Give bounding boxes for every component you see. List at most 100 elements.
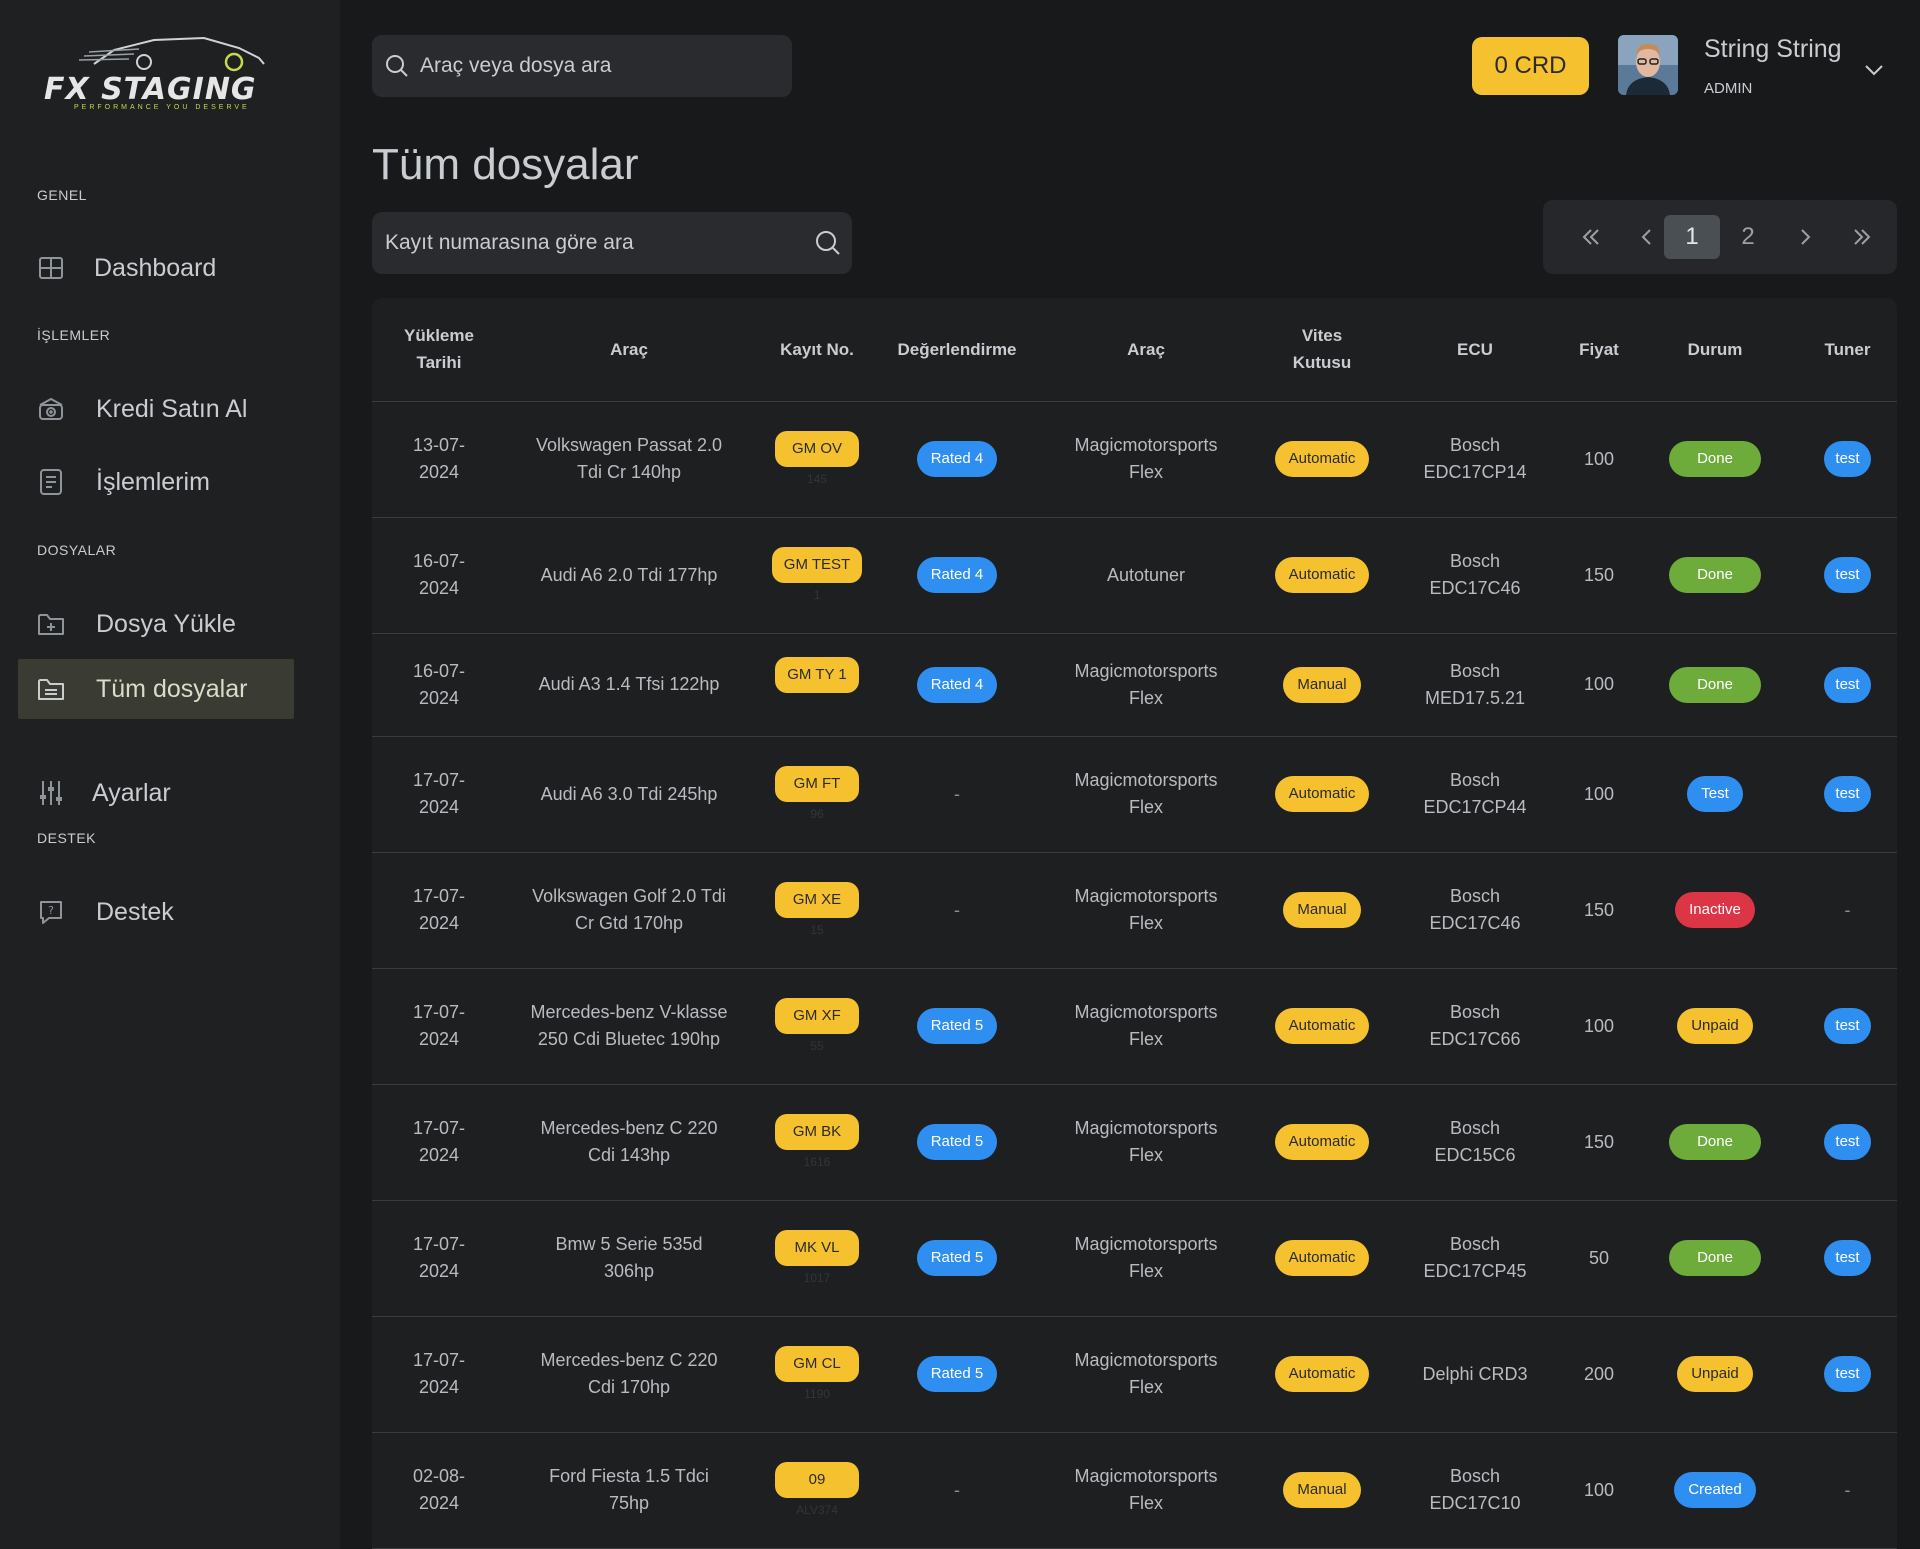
cell-price: 100: [1566, 1432, 1632, 1549]
cell-status: Done: [1632, 633, 1798, 737]
next-page-button[interactable]: [1783, 215, 1827, 259]
first-page-button[interactable]: [1569, 215, 1613, 259]
last-page-button[interactable]: [1840, 215, 1884, 259]
cell-date: 13-07-2024: [372, 401, 506, 518]
table-row[interactable]: 16-07-2024 Audi A6 2.0 Tdi 177hp GM TEST…: [372, 517, 1897, 634]
cell-price: 100: [1566, 736, 1632, 853]
sidebar-item-destek[interactable]: ? Destek: [18, 882, 294, 942]
search-icon[interactable]: [814, 229, 842, 257]
plate-badge[interactable]: GM BK: [775, 1114, 859, 1150]
page-2-button[interactable]: 2: [1726, 215, 1770, 259]
cell-vehicle: Mercedes-benz C 220 Cdi 143hp: [506, 1084, 752, 1201]
tuner-badge[interactable]: test: [1824, 1008, 1871, 1044]
cell-ecu: Bosch EDC17C46: [1384, 517, 1566, 634]
cell-tuner: test: [1798, 968, 1897, 1085]
chevron-right-icon: [1801, 229, 1811, 245]
status-badge: Created: [1674, 1472, 1756, 1508]
plate-badge[interactable]: GM OV: [775, 431, 859, 467]
table-row[interactable]: 17-07-2024 Mercedes-benz C 220 Cdi 170hp…: [372, 1316, 1897, 1433]
table-row[interactable]: 17-07-2024 Audi A6 3.0 Tdi 245hp GM FT 96…: [372, 736, 1897, 853]
cell-status: Inactive: [1632, 852, 1798, 969]
plate-badge[interactable]: GM XF: [775, 998, 859, 1034]
gearbox-badge: Manual: [1283, 1472, 1361, 1508]
plate-badge[interactable]: GM TEST: [771, 547, 863, 583]
chevron-down-icon[interactable]: [1862, 58, 1886, 82]
cell-rating: -: [882, 736, 1032, 853]
dashboard-icon: [36, 253, 66, 283]
status-badge: Done: [1669, 441, 1761, 477]
cell-tool: Magicmotorsports Flex: [1032, 633, 1260, 737]
cell-status: Done: [1632, 401, 1798, 518]
sidebar-item-ayarlar[interactable]: Ayarlar: [18, 763, 294, 823]
user-name[interactable]: String String: [1704, 35, 1842, 64]
plate-badge[interactable]: GM CL: [775, 1346, 859, 1382]
cell-plate: MK VL 1017: [752, 1200, 882, 1317]
plate-badge[interactable]: MK VL: [775, 1230, 859, 1266]
cell-vehicle: Volkswagen Passat 2.0 Tdi Cr 140hp: [506, 401, 752, 518]
cell-status: Done: [1632, 517, 1798, 634]
table-row[interactable]: 13-07-2024 Volkswagen Passat 2.0 Tdi Cr …: [372, 401, 1897, 518]
cell-status: Done: [1632, 1200, 1798, 1317]
cell-price: 100: [1566, 633, 1632, 737]
cell-rating: Rated 4: [882, 401, 1032, 518]
cell-tuner: -: [1798, 852, 1897, 969]
table-row[interactable]: 17-07-2024 Bmw 5 Serie 535d 306hp MK VL 1…: [372, 1200, 1897, 1317]
rating-empty: -: [954, 783, 960, 804]
cell-gearbox: Automatic: [1260, 736, 1384, 853]
plate-badge[interactable]: GM TY 1: [775, 656, 859, 693]
prev-page-button[interactable]: [1625, 215, 1669, 259]
sidebar-item-dashboard[interactable]: Dashboard: [18, 238, 294, 298]
tuner-empty: -: [1844, 1479, 1851, 1500]
rating-badge: Rated 5: [916, 1240, 998, 1276]
avatar[interactable]: [1618, 35, 1678, 95]
status-badge: Inactive: [1675, 892, 1755, 928]
tuner-badge[interactable]: test: [1824, 1356, 1871, 1392]
tuner-badge[interactable]: test: [1824, 441, 1871, 477]
cell-date: 16-07-2024: [372, 633, 506, 737]
logo[interactable]: FX STAGING PERFORMANCE YOU DESERVE: [44, 30, 284, 111]
table-row[interactable]: 17-07-2024 Volkswagen Golf 2.0 Tdi Cr Gt…: [372, 852, 1897, 969]
sidebar: FX STAGING PERFORMANCE YOU DESERVE GENEL…: [0, 0, 340, 1549]
tuner-badge[interactable]: test: [1824, 666, 1871, 703]
double-chevron-right-icon: [1854, 229, 1871, 245]
tuner-badge[interactable]: test: [1824, 1124, 1871, 1160]
sidebar-item-islemlerim[interactable]: İşlemlerim: [18, 452, 294, 512]
col-header-date: Yükleme Tarihi: [372, 298, 506, 402]
table-row[interactable]: 17-07-2024 Mercedes-benz C 220 Cdi 143hp…: [372, 1084, 1897, 1201]
cell-rating: Rated 5: [882, 968, 1032, 1085]
cell-ecu: Delphi CRD3: [1384, 1316, 1566, 1433]
cell-plate: GM XF 55: [752, 968, 882, 1085]
credits-button[interactable]: 0 CRD: [1472, 37, 1589, 95]
cell-tuner: test: [1798, 1316, 1897, 1433]
table-body: 13-07-2024 Volkswagen Passat 2.0 Tdi Cr …: [372, 401, 1897, 1549]
sidebar-item-dosya-yukle[interactable]: Dosya Yükle: [18, 594, 294, 654]
cell-gearbox: Automatic: [1260, 1084, 1384, 1201]
status-badge: Unpaid: [1677, 1356, 1753, 1392]
record-search-input[interactable]: Kayıt numarasına göre ara: [372, 212, 852, 274]
rating-badge: Rated 5: [916, 1356, 998, 1392]
cell-date: 16-07-2024: [372, 517, 506, 634]
plate-badge[interactable]: GM FT: [775, 766, 859, 802]
page-1-button[interactable]: 1: [1664, 215, 1720, 259]
cell-tool: Magicmotorsports Flex: [1032, 1084, 1260, 1201]
global-search-input[interactable]: Araç veya dosya ara: [372, 35, 792, 97]
plate-badge[interactable]: 09: [775, 1462, 859, 1498]
table-row[interactable]: 16-07-2024 Audi A3 1.4 Tfsi 122hp GM TY …: [372, 633, 1897, 737]
tuner-badge[interactable]: test: [1824, 557, 1871, 593]
table-row[interactable]: 17-07-2024 Mercedes-benz V-klasse 250 Cd…: [372, 968, 1897, 1085]
cell-tuner: test: [1798, 1084, 1897, 1201]
table-row[interactable]: 02-08-2024 Ford Fiesta 1.5 Tdci 75hp 09 A…: [372, 1432, 1897, 1549]
cell-date: 02-08-2024: [372, 1432, 506, 1549]
cell-price: 200: [1566, 1316, 1632, 1433]
sidebar-item-tum-dosyalar[interactable]: Tüm dosyalar: [18, 659, 294, 719]
cell-tool: Magicmotorsports Flex: [1032, 1316, 1260, 1433]
tuner-badge[interactable]: test: [1824, 776, 1871, 812]
sidebar-item-kredi[interactable]: Kredi Satın Al: [18, 379, 294, 439]
cell-tuner: test: [1798, 633, 1897, 737]
plate-sub-number: 96: [810, 807, 824, 821]
tuner-badge[interactable]: test: [1824, 1240, 1871, 1276]
plate-sub-number: 1616: [803, 1155, 831, 1169]
status-badge: Done: [1669, 557, 1761, 593]
plate-badge[interactable]: GM XE: [775, 882, 859, 918]
support-icon: ?: [36, 897, 66, 927]
